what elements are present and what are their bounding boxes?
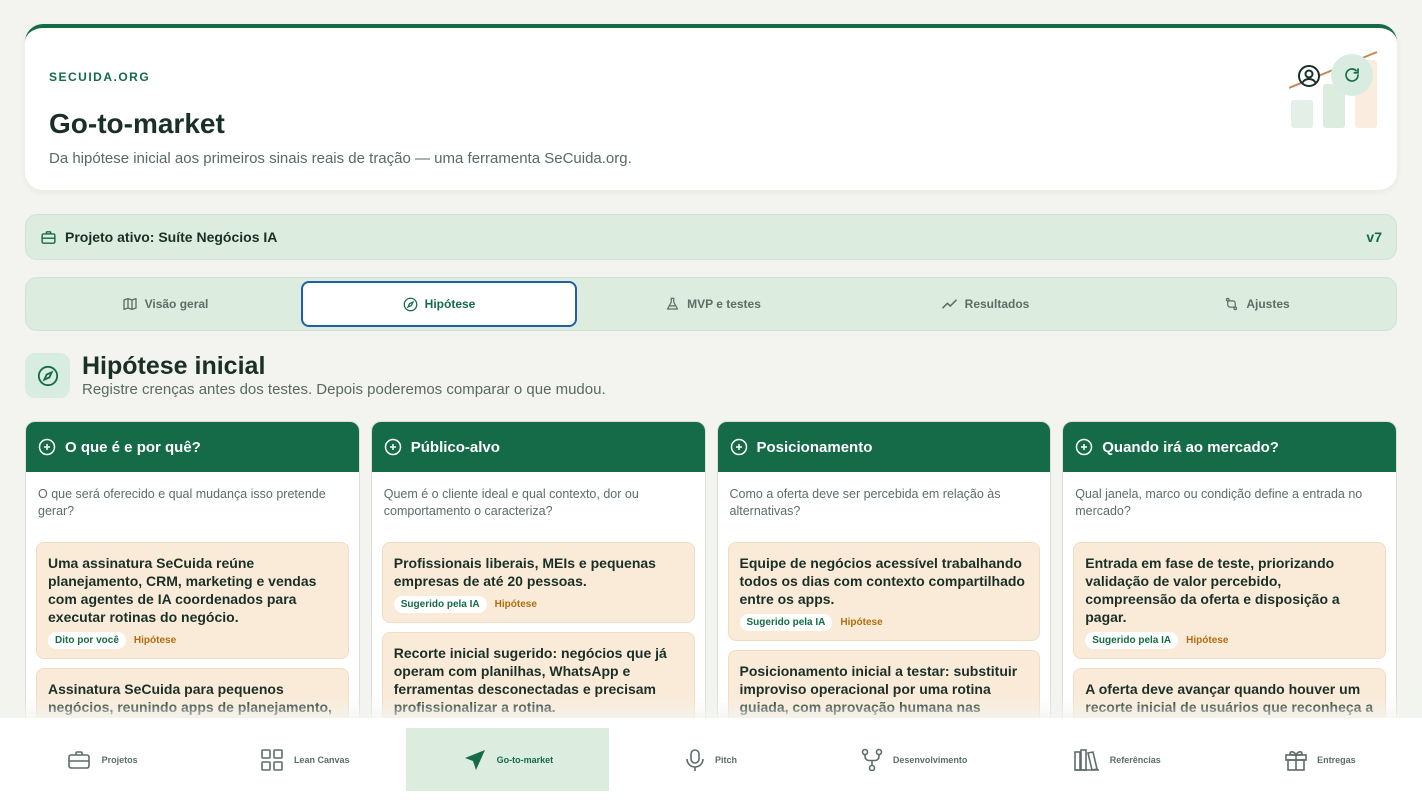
type-badge: Hipótese [1186,635,1229,646]
page-subtitle: Da hipótese inicial aos primeiros sinais… [49,150,632,167]
column-header[interactable]: O que é e por quê? [26,422,359,472]
source-badge: Sugerido pela IA [393,596,487,613]
add-circle-icon[interactable] [730,438,748,456]
card-tags: Dito por você Hipótese [48,632,337,649]
column-question: Quem é o cliente ideal e qual contexto, … [383,487,639,518]
section-tabs: Visão geral Hipótese MVP e testes Result… [25,277,1397,331]
source-badge: Dito por você [48,632,126,649]
trend-icon [941,299,957,309]
microphone-icon [686,749,704,771]
tab-label: Resultados [964,297,1030,311]
nav-item-projetos[interactable]: Projetos [0,728,203,792]
briefcase-icon [67,751,90,769]
gift-icon [1285,751,1307,771]
column-header[interactable]: Posicionamento [717,422,1051,472]
column-title: Quando irá ao mercado? [1102,438,1279,456]
card-tags: Sugerido pela IA Hipótese [393,596,683,613]
swap-icon [1226,297,1238,311]
bottom-navigation: Projetos Lean Canvas Go-to-market Pitch … [0,718,1422,800]
card-text: Profissionais liberais, MEIs e pequenas … [393,555,656,589]
flask-icon [666,297,679,310]
card-text: Uma assinatura SeCuida reúne planejament… [48,555,317,625]
refresh-button[interactable] [1331,54,1373,96]
hypothesis-card[interactable]: Equipe de negócios acessível trabalhando… [727,542,1041,641]
add-circle-icon[interactable] [38,438,56,456]
section-icon-badge [25,353,70,398]
nav-item-lean-canvas[interactable]: Lean Canvas [203,728,406,792]
nav-label: Lean Canvas [293,755,350,765]
hypothesis-card[interactable]: Entrada em fase de teste, priorizando va… [1073,542,1386,659]
brand-name: SECUIDA.ORG [49,70,151,84]
section-subtitle: Registre crenças antes dos testes. Depoi… [82,381,606,398]
card-text: Entrada em fase de teste, priorizando va… [1085,555,1340,625]
hypothesis-card[interactable]: Uma assinatura SeCuida reúne planejament… [36,542,349,659]
hypothesis-card[interactable]: Profissionais liberais, MEIs e pequenas … [381,542,695,623]
tab-visao-geral[interactable]: Visão geral [29,281,301,327]
page-title: Go-to-market [49,108,225,139]
tab-ajustes[interactable]: Ajustes [1121,281,1393,327]
source-badge: Sugerido pela IA [1085,632,1179,649]
nav-item-referencias[interactable]: Referências [1016,728,1219,792]
tab-mvp-e-testes[interactable]: MVP e testes [577,281,849,327]
type-badge: Hipótese [133,635,177,646]
tab-label: Ajustes [1246,297,1290,311]
branch-icon [861,748,883,772]
column-title: O que é e por quê? [65,438,201,456]
tab-label: Hipótese [424,297,476,311]
tab-label: Visão geral [144,297,209,311]
card-text: Assinatura SeCuida para pequenos negócio… [48,681,332,715]
type-badge: Hipótese [494,599,537,610]
project-version: v7 [1366,229,1382,245]
tab-hipotese[interactable]: Hipótese [301,281,577,327]
nav-label: Desenvolvimento [892,755,968,765]
nav-item-entregas[interactable]: Entregas [1219,728,1422,792]
nav-label: Pitch [714,755,737,765]
nav-item-pitch[interactable]: Pitch [609,728,812,792]
nav-label: Projetos [101,755,138,765]
user-circle-icon [1298,65,1320,87]
tab-resultados[interactable]: Resultados [849,281,1121,327]
column-question: O que será oferecido e qual mudança isso… [38,487,326,518]
card-text: Equipe de negócios acessível trabalhando… [739,555,1025,607]
library-icon [1073,749,1099,771]
active-project-label: Projeto ativo: Suíte Negócios IA [65,229,278,245]
type-badge: Hipótese [840,617,883,628]
column-header[interactable]: Público-alvo [371,422,705,472]
refresh-icon [1345,68,1359,82]
source-badge: Sugerido pela IA [739,614,833,631]
column-title: Posicionamento [756,438,873,456]
column-header[interactable]: Quando irá ao mercado? [1063,422,1396,472]
add-circle-icon[interactable] [1075,438,1093,456]
map-icon [122,298,137,310]
section-title: Hipótese inicial [82,352,266,380]
nav-item-go-to-market[interactable]: Go-to-market [406,728,610,791]
card-tags: Sugerido pela IA Hipótese [1085,632,1374,649]
briefcase-icon [41,230,56,244]
column-title: Público-alvo [410,438,500,456]
card-tags: Sugerido pela IA Hipótese [739,614,1029,631]
header-card: SECUIDA.ORG Go-to-market Da hipótese ini… [25,24,1397,190]
column-question: Qual janela, marco ou condição define a … [1075,487,1363,518]
active-project-bar[interactable]: Projeto ativo: Suíte Negócios IA v7 [25,214,1397,260]
tab-label: MVP e testes [687,297,761,311]
nav-item-desenvolvimento[interactable]: Desenvolvimento [813,728,1016,792]
add-circle-icon[interactable] [384,438,402,456]
grid-icon [261,749,283,771]
compass-icon [37,365,58,386]
nav-label: Entregas [1317,755,1356,765]
nav-label: Referências [1109,755,1161,765]
send-icon [464,749,485,770]
compass-icon [403,297,418,311]
nav-label: Go-to-market [496,754,554,765]
card-text: Recorte inicial sugerido: negócios que j… [393,645,667,715]
user-profile-button[interactable] [1297,64,1321,88]
column-question: Como a oferta deve ser percebida em rela… [729,487,1001,518]
hypothesis-card[interactable]: Recorte inicial sugerido: negócios que j… [381,632,695,726]
